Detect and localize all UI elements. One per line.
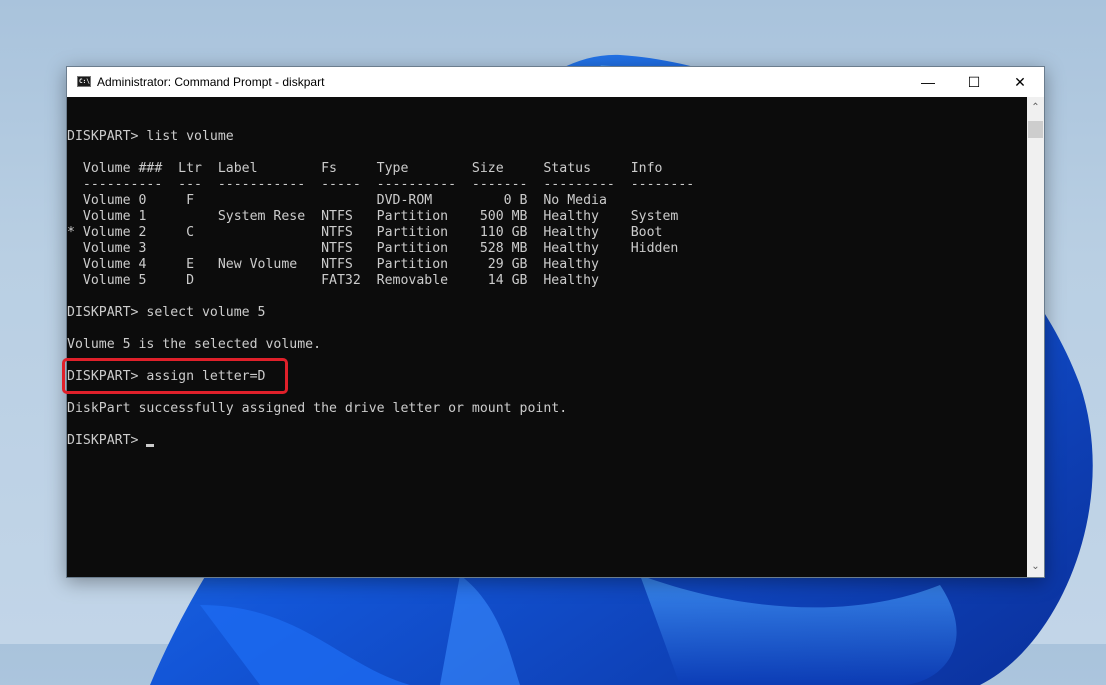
window-title: Administrator: Command Prompt - diskpart [97, 75, 325, 89]
console-line: Volume 4 E New Volume NTFS Partition 29 … [67, 257, 599, 272]
console-line: Volume 5 D FAT32 Removable 14 GB Healthy [67, 273, 599, 288]
console-line: DiskPart successfully assigned the drive… [67, 401, 568, 416]
console-line: * Volume 2 C NTFS Partition 110 GB Healt… [67, 225, 663, 240]
maximize-button[interactable]: ☐ [951, 67, 997, 97]
console-line: Volume 3 NTFS Partition 528 MB Healthy H… [67, 241, 679, 256]
command-prompt-window: C:\ Administrator: Command Prompt - disk… [66, 66, 1045, 578]
console-prompt-line[interactable]: DISKPART> [67, 433, 155, 449]
scroll-down-icon[interactable]: ⌄ [1027, 558, 1044, 575]
text-cursor [146, 444, 155, 447]
cmd-icon: C:\ [77, 76, 91, 87]
console-line: Volume ### Ltr Label Fs Type Size Status… [67, 161, 663, 176]
highlight-box [62, 358, 288, 394]
scroll-thumb[interactable] [1028, 121, 1043, 138]
scroll-up-icon[interactable]: ⌃ [1027, 99, 1044, 116]
console-line: ---------- --- ----------- ----- -------… [67, 177, 695, 192]
console-output[interactable]: DISKPART> list volume Volume ### Ltr Lab… [67, 97, 1027, 577]
console-line: DISKPART> select volume 5 [67, 305, 266, 320]
console-line: Volume 5 is the selected volume. [67, 337, 322, 352]
close-button[interactable]: ✕ [997, 67, 1043, 97]
minimize-button[interactable]: — [905, 67, 951, 97]
console-line: Volume 0 F DVD-ROM 0 B No Media [67, 193, 607, 208]
console-line: Volume 1 System Rese NTFS Partition 500 … [67, 209, 679, 224]
console-line: DISKPART> list volume [67, 129, 234, 144]
prompt: DISKPART> [67, 433, 147, 448]
title-bar[interactable]: C:\ Administrator: Command Prompt - disk… [67, 67, 1044, 97]
vertical-scrollbar[interactable]: ⌃ ⌄ [1027, 97, 1044, 577]
